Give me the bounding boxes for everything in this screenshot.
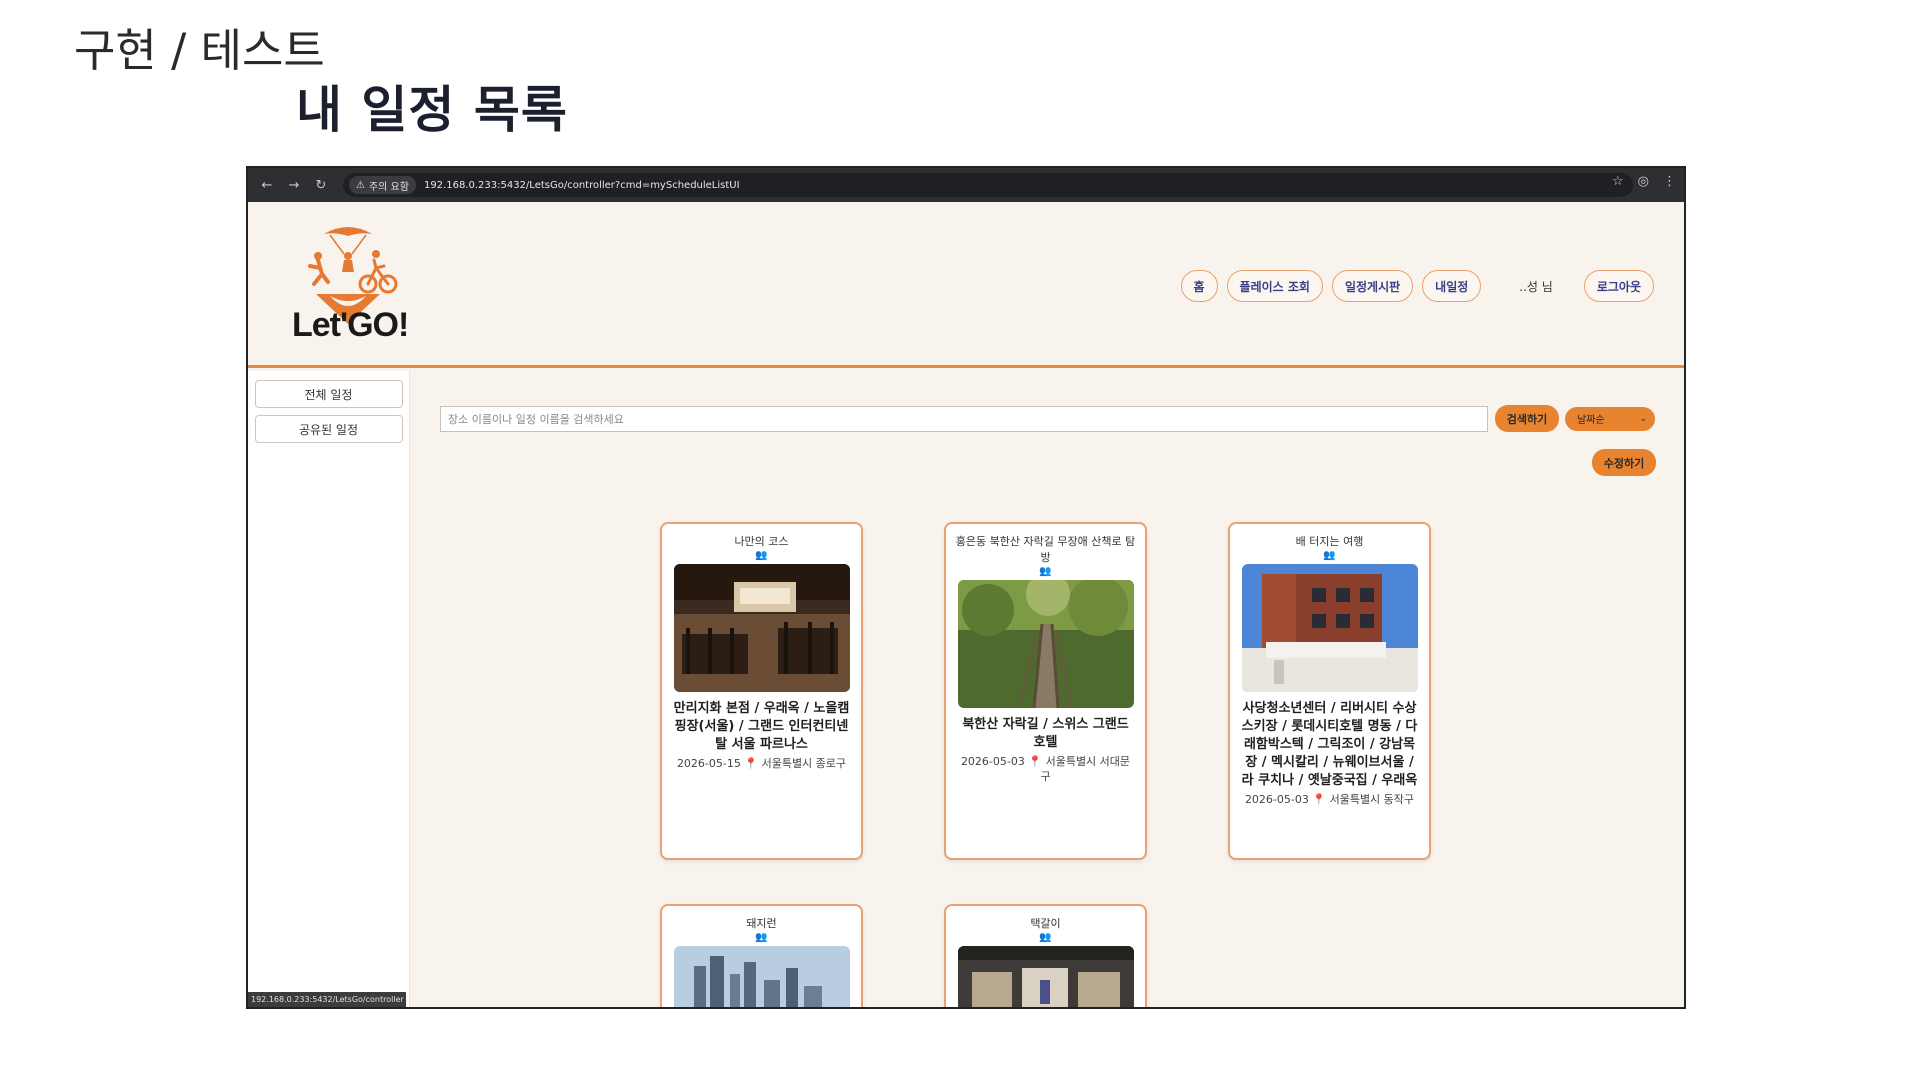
- sidebar: 전체 일정 공유된 일정: [248, 371, 410, 1007]
- card-location: 서울특별시 동작구: [1329, 793, 1415, 806]
- building-photo: [1241, 564, 1418, 692]
- browser-toolbar: ← → ↻ ⚠ 주의 요함 192.168.0.233:5432/LetsGo/…: [248, 168, 1684, 202]
- edit-button[interactable]: 수정하기: [1592, 449, 1656, 476]
- star-icon[interactable]: ☆: [1612, 174, 1624, 189]
- card-title: 돼지런: [746, 917, 777, 930]
- card-title: 홍은동 북한산 자락길 무장애 산책로 탐방: [955, 535, 1136, 564]
- card-title: 택갈이: [1030, 917, 1061, 930]
- sidebar-item-all-schedules[interactable]: 전체 일정: [254, 380, 403, 408]
- location-pin-icon: 📍: [1312, 793, 1327, 806]
- browser-actions: ☆ ◎ ⋮: [1612, 174, 1676, 189]
- shared-users-icon: 👥: [755, 550, 768, 561]
- browser-window: ← → ↻ ⚠ 주의 요함 192.168.0.233:5432/LetsGo/…: [246, 166, 1686, 1009]
- location-pin-icon: 📍: [744, 757, 759, 770]
- warning-label: 주의 요함: [368, 181, 409, 193]
- profile-icon[interactable]: ◎: [1638, 174, 1649, 189]
- search-row: 장소 이름이나 일정 이름을 검색하세요 검색하기 날짜순 ⌄: [440, 405, 1655, 432]
- card-image: [673, 946, 850, 1007]
- logout-button[interactable]: 로그아웃: [1583, 270, 1654, 302]
- sort-select-value: 날짜순: [1577, 415, 1605, 426]
- user-greeting: ..성 님: [1519, 279, 1553, 294]
- sort-select[interactable]: 날짜순 ⌄: [1565, 406, 1655, 431]
- card-image: [1241, 564, 1418, 692]
- shared-users-icon: 👥: [755, 932, 768, 943]
- chevron-down-icon: ⌄: [1639, 413, 1647, 424]
- slide-title: 구현 / 테스트: [74, 24, 325, 77]
- nav-home[interactable]: 홈: [1180, 270, 1218, 302]
- shared-users-icon: 👥: [1039, 566, 1052, 577]
- location-pin-icon: 📍: [1028, 755, 1043, 768]
- schedule-card[interactable]: 나만의 코스 👥 만리지화 본점 / 우래옥 / 노을캠핑장(서울) / 그랜드…: [660, 522, 863, 860]
- address-bar[interactable]: ⚠ 주의 요함 192.168.0.233:5432/LetsGo/contro…: [343, 173, 1633, 197]
- schedule-card[interactable]: 홍은동 북한산 자락길 무장애 산책로 탐방 👥 북한산 자락길 / 스위스 그…: [944, 522, 1147, 860]
- card-date: 2026-05-03: [1244, 793, 1309, 806]
- main-nav: 홈 플레이스 조회 일정게시판 내일정 ..성 님 로그아웃: [1172, 270, 1654, 302]
- search-input[interactable]: 장소 이름이나 일정 이름을 검색하세요: [440, 405, 1488, 432]
- nav-schedule-board[interactable]: 일정게시판: [1331, 270, 1414, 302]
- card-image: [957, 580, 1134, 708]
- card-places: 사당청소년센터 / 리버시티 수상스키장 / 롯데시티호텔 명동 / 다래함박스…: [1241, 701, 1418, 788]
- card-title: 나만의 코스: [734, 535, 789, 548]
- security-warning[interactable]: ⚠ 주의 요함: [349, 176, 416, 194]
- back-icon[interactable]: ←: [256, 174, 278, 196]
- card-image: [957, 946, 1134, 1007]
- card-meta: 2026-05-15 📍 서울특별시 종로구: [662, 754, 861, 771]
- restaurant-photo: [673, 564, 850, 692]
- card-places: 북한산 자락길 / 스위스 그랜드 호텔: [962, 717, 1129, 750]
- site-header: Let'GO! 홈 플레이스 조회 일정게시판 내일정 ..성 님 로그아웃: [248, 202, 1684, 368]
- forward-icon[interactable]: →: [283, 174, 305, 196]
- url-text: 192.168.0.233:5432/LetsGo/controller?cmd…: [423, 179, 740, 191]
- skyline-photo: [673, 946, 850, 1007]
- schedule-card[interactable]: 돼지런 👥: [660, 904, 863, 1007]
- card-title: 배 터지는 여행: [1295, 535, 1364, 548]
- more-icon[interactable]: ⋮: [1663, 174, 1676, 189]
- schedule-card[interactable]: 택갈이 👥: [944, 904, 1147, 1007]
- card-meta: 2026-05-03 📍 서울특별시 동작구: [1230, 790, 1429, 807]
- shared-users-icon: 👥: [1039, 932, 1052, 943]
- card-date: 2026-05-15: [676, 757, 741, 770]
- status-bar-url: 192.168.0.233:5432/LetsGo/controller: [248, 992, 406, 1007]
- card-image: [673, 564, 850, 692]
- shared-users-icon: 👥: [1323, 550, 1336, 561]
- card-meta: 2026-05-03 📍 서울특별시 서대문구: [946, 752, 1145, 784]
- trail-photo: [957, 580, 1134, 708]
- search-button[interactable]: 검색하기: [1495, 405, 1559, 432]
- nav-place-search[interactable]: 플레이스 조회: [1226, 270, 1323, 302]
- card-location: 서울특별시 종로구: [761, 757, 847, 770]
- card-location: 서울특별시 서대문구: [1040, 755, 1131, 783]
- warning-icon: ⚠: [356, 179, 365, 191]
- card-places: 만리지화 본점 / 우래옥 / 노을캠핑장(서울) / 그랜드 인터컨티넨탈 서…: [673, 701, 850, 752]
- reload-icon[interactable]: ↻: [310, 174, 332, 196]
- logo-text: Let'GO!: [292, 306, 409, 344]
- slide-subtitle: 내 일정 목록: [296, 81, 568, 139]
- sidebar-item-shared-schedules[interactable]: 공유된 일정: [254, 415, 403, 443]
- storefront-photo: [957, 946, 1134, 1007]
- card-date: 2026-05-03: [960, 755, 1025, 768]
- schedule-card[interactable]: 배 터지는 여행 👥 사당청소년센터 / 리버시티 수상스키장 / 롯데시티호텔…: [1228, 522, 1431, 860]
- nav-my-schedule[interactable]: 내일정: [1422, 270, 1482, 302]
